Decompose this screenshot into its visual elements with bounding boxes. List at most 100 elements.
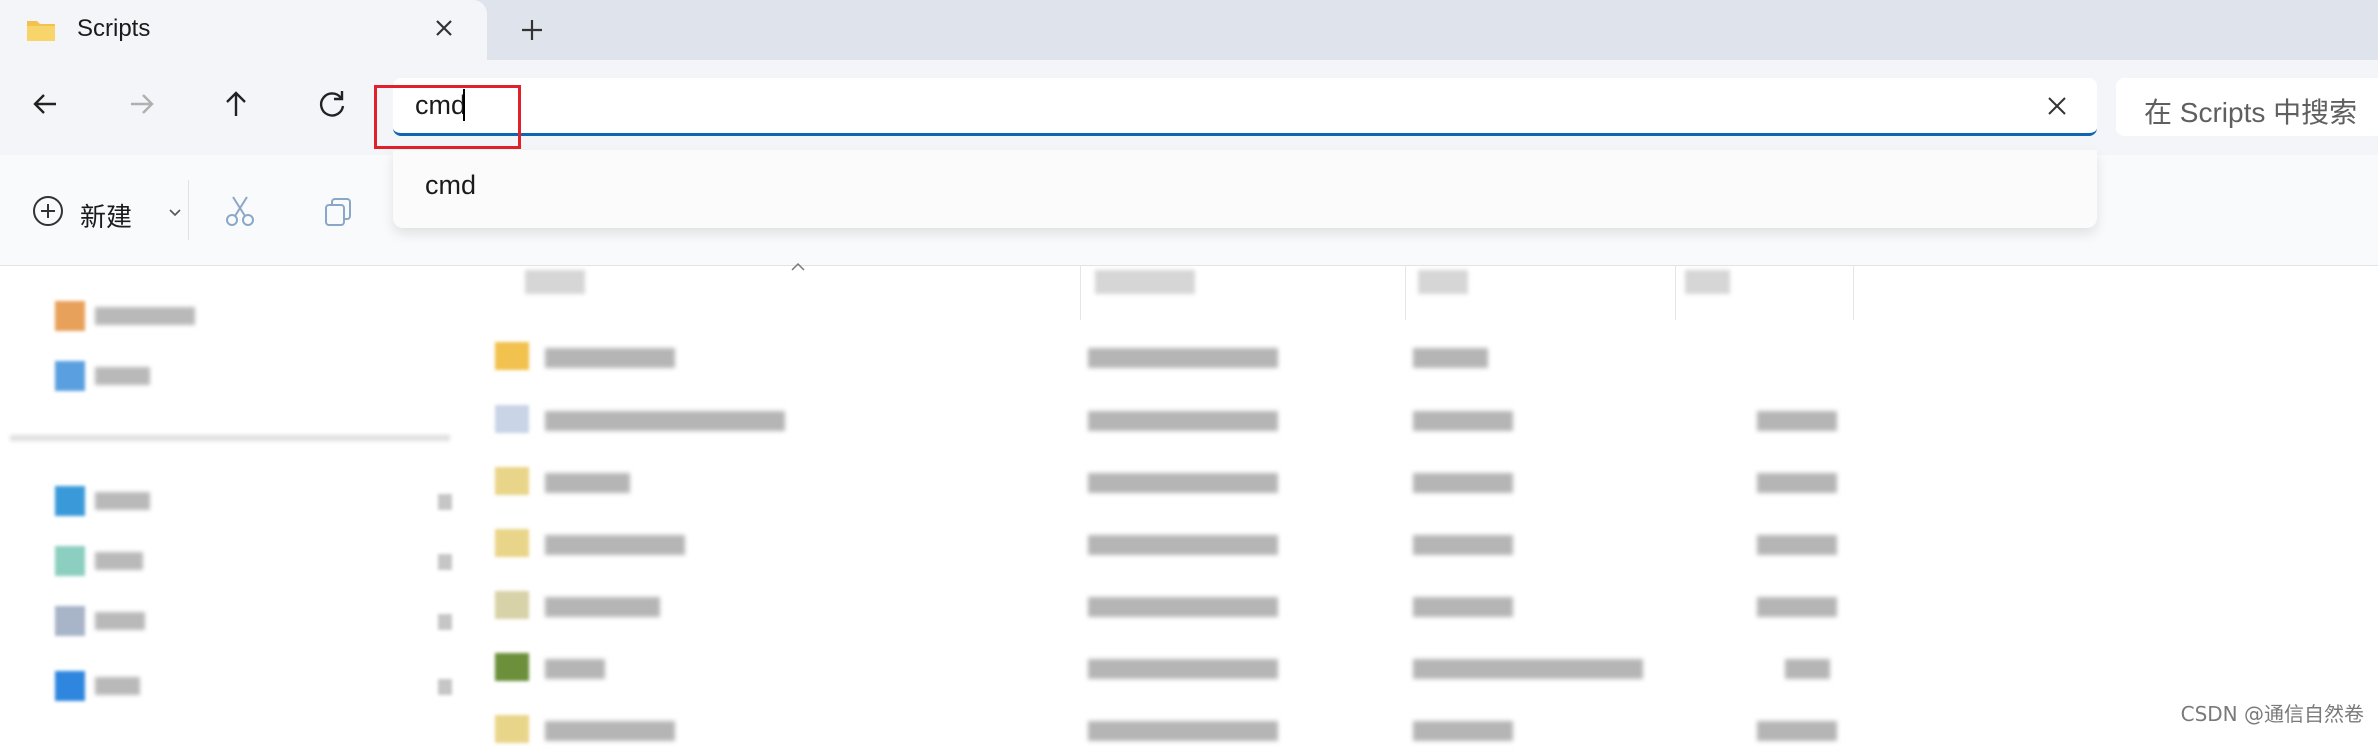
file-type [1413,411,1513,431]
file-type [1413,473,1513,493]
tab-scripts[interactable]: Scripts [0,0,487,60]
new-tab-plus-icon[interactable] [516,14,548,46]
sidebar-item-icon [55,546,85,576]
sidebar-item[interactable] [55,295,455,339]
refresh-button[interactable] [312,84,352,124]
sort-ascending-icon [791,262,805,271]
refresh-icon [319,91,345,117]
sidebar-item-icon [55,361,85,391]
column-header-size[interactable] [1685,270,1730,294]
file-size [1757,721,1837,741]
sidebar-item-icon [55,606,85,636]
file-date [1088,473,1278,493]
column-separator [1853,265,1854,320]
copy-icon[interactable] [320,193,356,229]
sidebar-item-label [95,677,140,695]
folder-icon [27,21,55,41]
file-type [1413,597,1513,617]
suggestion-item[interactable]: cmd [425,170,476,201]
navigation-bar: cmd 在 Scripts 中搜索 [0,60,2378,155]
file-row[interactable] [495,705,1855,755]
file-row[interactable] [495,332,1855,382]
file-size [1785,659,1830,679]
navigation-pane [0,265,462,735]
tab-strip: Scripts [0,0,2378,60]
column-header-name[interactable] [525,270,585,294]
file-size [1757,473,1837,493]
arrow-up-icon [226,91,246,116]
column-header-date[interactable] [1095,270,1195,294]
sidebar-divider [10,435,450,441]
sidebar-item[interactable] [55,355,455,399]
file-name [545,659,605,679]
back-button[interactable] [26,84,66,124]
file-date [1088,348,1278,368]
up-button[interactable] [216,84,256,124]
arrow-left-icon [33,94,56,114]
address-suggestions: cmd [393,150,2097,228]
sidebar-item-icon [55,671,85,701]
sidebar-item[interactable] [55,600,455,644]
address-bar[interactable]: cmd [393,78,2097,136]
file-icon [495,715,529,743]
clear-address-icon[interactable] [2043,92,2071,120]
file-row[interactable] [495,457,1855,507]
sidebar-item-label [95,492,150,510]
file-type [1413,348,1488,368]
file-icon [495,405,529,433]
pin-icon [438,494,452,510]
sidebar-item-icon [55,486,85,516]
tab-title: Scripts [77,15,151,42]
file-date [1088,659,1278,679]
file-row[interactable] [495,643,1855,693]
file-icon [495,591,529,619]
file-icon [495,653,529,681]
chevron-down-icon [169,209,181,217]
sidebar-item[interactable] [55,480,455,524]
forward-button[interactable] [121,84,161,124]
column-separator [1675,265,1676,320]
sidebar-item-label [95,552,143,570]
file-size [1757,535,1837,555]
file-name [545,721,675,741]
file-row[interactable] [495,519,1855,569]
watermark: CSDN @通信自然卷 [2180,702,2364,726]
file-type [1413,659,1643,679]
column-header-type[interactable] [1418,270,1468,294]
file-name [545,348,675,368]
file-date [1088,597,1278,617]
file-size [1757,597,1837,617]
file-name [545,535,685,555]
file-date [1088,721,1278,741]
file-name [545,597,660,617]
pin-icon [438,679,452,695]
sidebar-item[interactable] [55,540,455,584]
circle-plus-icon [33,196,63,226]
new-button-label: 新建 [80,202,133,232]
file-date [1088,411,1278,431]
highlight-box [374,85,521,149]
folder-icon [495,342,529,370]
file-row[interactable] [495,395,1855,445]
file-date [1088,535,1278,555]
column-separator [1405,265,1406,320]
file-row[interactable] [495,581,1855,631]
file-icon [495,529,529,557]
search-placeholder: 在 Scripts 中搜索 [2144,97,2358,128]
column-separator [1080,265,1081,320]
file-size [1757,411,1837,431]
scissors-icon[interactable] [222,193,258,229]
file-type [1413,535,1513,555]
search-box[interactable]: 在 Scripts 中搜索 [2116,78,2378,136]
sidebar-item-label [95,307,195,325]
sidebar-item-icon [55,301,85,331]
file-icon [495,467,529,495]
file-type [1413,721,1513,741]
close-tab-icon[interactable] [428,12,460,44]
sidebar-item[interactable] [55,665,455,709]
command-separator [188,180,189,240]
sidebar-item-label [95,612,145,630]
file-name [545,411,785,431]
pin-icon [438,554,452,570]
sidebar-item-label [95,367,150,385]
